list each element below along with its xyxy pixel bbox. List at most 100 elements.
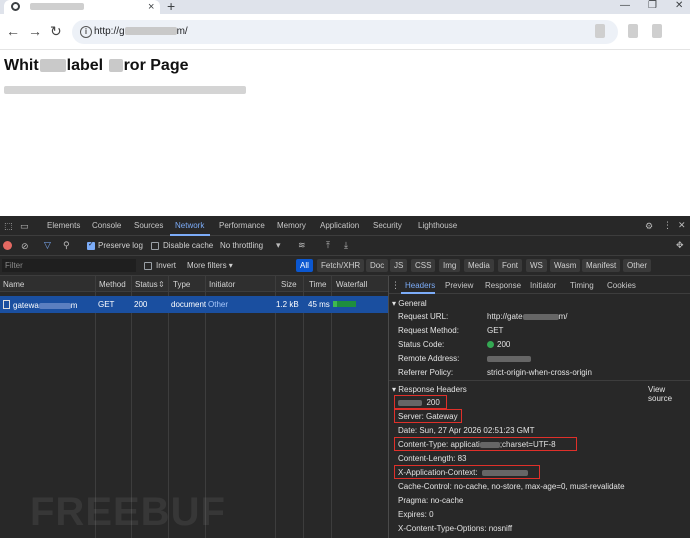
reload-icon[interactable]: ↻ bbox=[50, 23, 62, 39]
header-date: Date: Sun, 27 Apr 2026 02:51:23 GMT bbox=[398, 426, 535, 435]
filter-chip-manifest[interactable]: Manifest bbox=[582, 259, 621, 272]
close-window-icon[interactable]: ✕ bbox=[675, 0, 683, 12]
record-icon[interactable] bbox=[3, 241, 12, 250]
tab-preview[interactable]: Preview bbox=[445, 281, 473, 290]
tab-timing[interactable]: Timing bbox=[570, 281, 594, 290]
globe-icon bbox=[11, 2, 20, 11]
profile-icon[interactable] bbox=[652, 24, 662, 38]
filter-icon[interactable]: ▽ bbox=[44, 240, 51, 250]
invert-label: Invert bbox=[156, 261, 177, 270]
general-section-toggle[interactable]: ▾ General bbox=[392, 299, 427, 308]
browser-tab[interactable]: × bbox=[4, 0, 160, 14]
tab-performance[interactable]: Performance bbox=[219, 221, 265, 230]
remote-address-label: Remote Address: bbox=[398, 354, 460, 363]
settings-icon[interactable]: ⚙ bbox=[645, 221, 653, 231]
info-icon[interactable]: i bbox=[80, 26, 92, 38]
back-icon[interactable]: ← bbox=[6, 23, 20, 39]
disable-cache-checkbox[interactable] bbox=[151, 242, 159, 250]
request-url-value: http://gate m/ bbox=[487, 312, 568, 321]
filter-chip-css[interactable]: CSS bbox=[411, 259, 436, 272]
forward-icon[interactable]: → bbox=[28, 23, 42, 39]
maximize-icon[interactable]: ❐ bbox=[648, 0, 657, 12]
column-method[interactable]: Method bbox=[99, 280, 126, 289]
request-type: document bbox=[171, 300, 207, 309]
inspect-icon[interactable]: ⬚ bbox=[4, 221, 13, 231]
more-options-icon[interactable]: ⋮ bbox=[663, 220, 672, 230]
extension-icon[interactable] bbox=[595, 24, 605, 38]
more-filters-dropdown[interactable]: More filters ▾ bbox=[187, 261, 233, 270]
filter-chip-wasm[interactable]: Wasm bbox=[550, 259, 581, 272]
active-detail-tab-indicator bbox=[401, 292, 435, 294]
tab-elements[interactable]: Elements bbox=[47, 221, 80, 230]
tab-application[interactable]: Application bbox=[320, 221, 359, 230]
tab-cookies[interactable]: Cookies bbox=[607, 281, 636, 290]
column-size[interactable]: Size bbox=[281, 280, 297, 289]
network-toolbar: ⊘ ▽ ⚲ Preserve log Disable cache No thro… bbox=[0, 236, 690, 256]
view-source-button[interactable]: View source bbox=[648, 385, 690, 403]
request-size: 1.2 kB bbox=[276, 300, 299, 309]
column-name[interactable]: Name bbox=[3, 280, 24, 289]
header-content-length: Content-Length: 83 bbox=[398, 454, 467, 463]
filter-chip-font[interactable]: Font bbox=[498, 259, 523, 272]
column-status[interactable]: Status bbox=[135, 280, 158, 289]
filter-chip-doc[interactable]: Doc bbox=[366, 259, 389, 272]
tab-memory[interactable]: Memory bbox=[277, 221, 306, 230]
close-details-icon[interactable]: ⋮ bbox=[391, 280, 400, 290]
column-time[interactable]: Time bbox=[309, 280, 326, 289]
chevron-down-icon[interactable]: ▾ bbox=[276, 240, 281, 250]
network-conditions-icon[interactable]: ≋ bbox=[298, 240, 306, 250]
upload-icon[interactable]: ⤒ bbox=[326, 240, 330, 250]
tab-console[interactable]: Console bbox=[92, 221, 121, 230]
tab-sources[interactable]: Sources bbox=[134, 221, 163, 230]
tab-strip: × + — ❐ ✕ bbox=[0, 0, 690, 14]
device-toolbar-icon[interactable]: ▭ bbox=[20, 221, 29, 231]
name-redacted bbox=[38, 302, 71, 309]
close-devtools-icon[interactable]: ✕ bbox=[678, 220, 686, 230]
tab-initiator[interactable]: Initiator bbox=[530, 281, 556, 290]
devtools-tabbar: ⬚ ▭ Elements Console Sources Network Per… bbox=[0, 216, 690, 236]
column-type[interactable]: Type bbox=[173, 280, 190, 289]
tab-close-icon[interactable]: × bbox=[148, 0, 154, 14]
filter-chip-js[interactable]: JS bbox=[390, 259, 408, 272]
tab-headers[interactable]: Headers bbox=[405, 281, 435, 290]
filter-input[interactable]: Filter bbox=[2, 259, 136, 272]
filter-chip-ws[interactable]: WS bbox=[526, 259, 547, 272]
request-name: gatewa m bbox=[3, 300, 77, 310]
network-settings-icon[interactable]: ✥ bbox=[676, 240, 684, 250]
request-details-panel: ⋮ Headers Preview Response Initiator Tim… bbox=[389, 276, 690, 538]
tab-lighthouse[interactable]: Lighthouse bbox=[418, 221, 457, 230]
throttling-select[interactable]: No throttling bbox=[220, 241, 263, 250]
preserve-log-checkbox[interactable] bbox=[87, 240, 95, 250]
search-icon[interactable]: ⚲ bbox=[63, 240, 70, 250]
protocol-redacted bbox=[398, 399, 422, 406]
column-initiator[interactable]: Initiator bbox=[209, 280, 235, 289]
browser-toolbar: ← → ↻ i http://g m/ bbox=[0, 14, 690, 50]
tab-network[interactable]: Network bbox=[175, 221, 204, 230]
address-bar[interactable]: i http://g m/ bbox=[72, 20, 618, 44]
page-body-redacted bbox=[4, 86, 246, 94]
response-headers-section-toggle[interactable]: ▾ Response Headers bbox=[392, 385, 467, 394]
filter-chip-img[interactable]: Img bbox=[439, 259, 461, 272]
table-row[interactable]: gatewa m GET 200 document Other 1.2 kB 45… bbox=[0, 296, 388, 313]
column-waterfall[interactable]: Waterfall bbox=[336, 280, 367, 289]
tab-response[interactable]: Response bbox=[485, 281, 521, 290]
url-redacted bbox=[124, 27, 177, 36]
url-text: http://g m/ bbox=[94, 26, 188, 37]
request-initiator[interactable]: Other bbox=[208, 300, 228, 309]
clear-icon[interactable]: ⊘ bbox=[21, 241, 29, 251]
status-ok-icon bbox=[487, 341, 494, 348]
invert-checkbox[interactable] bbox=[144, 262, 152, 270]
download-icon[interactable]: ⤓ bbox=[344, 240, 348, 250]
new-tab-button[interactable]: + bbox=[167, 0, 175, 13]
url-redacted bbox=[522, 313, 559, 320]
status-code-label: Status Code: bbox=[398, 340, 445, 349]
filter-chip-all[interactable]: All bbox=[296, 259, 313, 272]
filter-chip-media[interactable]: Media bbox=[464, 259, 494, 272]
minimize-icon[interactable]: — bbox=[620, 0, 630, 12]
tab-security[interactable]: Security bbox=[373, 221, 402, 230]
filter-chip-other[interactable]: Other bbox=[623, 259, 652, 272]
status-code-value: 200 bbox=[487, 340, 510, 349]
extension-icon[interactable] bbox=[628, 24, 638, 38]
filter-chip-fetch-xhr[interactable]: Fetch/XHR bbox=[317, 259, 365, 272]
column-divider bbox=[303, 276, 304, 538]
